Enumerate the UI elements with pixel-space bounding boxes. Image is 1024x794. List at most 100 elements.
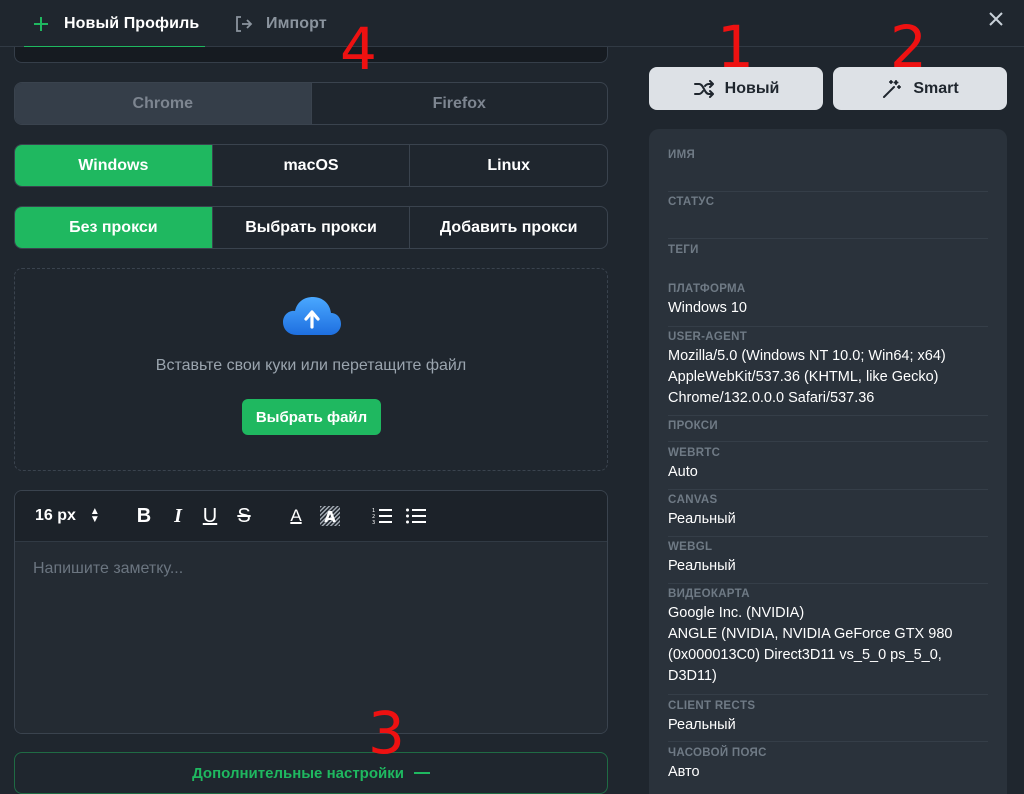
profile-name-field[interactable] [14,47,608,63]
useragent-line: Mozilla/5.0 (Windows NT 10.0; Win64; x64… [668,348,946,364]
italic-icon[interactable]: I [167,505,189,527]
info-timezone-value: Авто [668,764,700,780]
useragent-line: Chrome/132.0.0.0 Safari/537.36 [668,390,875,406]
import-icon [232,13,254,35]
tab-new-profile[interactable]: Новый Профиль [24,0,206,48]
cloud-upload-icon [282,295,342,337]
gpu-line: (0x000013C0) Direct3D11 vs_5_0 ps_5_0, [668,647,942,663]
info-platform-value: Windows 10 [668,300,747,316]
info-timezone-label: ЧАСОВОЙ ПОЯС [668,747,767,759]
text-color-icon[interactable]: A [285,505,307,527]
font-size-value: 16 px [35,507,76,524]
bullet-list-icon[interactable] [405,505,427,527]
notes-placeholder: Напишите заметку... [33,560,184,577]
info-status-label: СТАТУС [668,196,715,208]
useragent-line: AppleWebKit/537.36 (KHTML, like Gecko) [668,369,939,385]
divider [668,238,988,239]
info-client-rects-value: Реальный [668,717,736,733]
tab-import[interactable]: Импорт [232,0,327,47]
os-option-windows[interactable]: Windows [15,145,212,186]
font-size-select[interactable]: 16 px ▲ ▼ [35,505,100,527]
info-useragent: USER-AGENT Mozilla/5.0 (Windows NT 10.0;… [668,331,988,409]
dropzone-hint: Вставьте свои куки или перетащите файл [155,357,467,374]
svg-text:3: 3 [372,520,375,525]
info-status: СТАТУС [668,196,988,208]
info-useragent-value: Mozilla/5.0 (Windows NT 10.0; Win64; x64… [668,346,988,409]
header-bar: Новый Профиль Импорт [0,0,1024,48]
info-name-label: ИМЯ [668,149,696,161]
underline-icon[interactable]: U [199,505,221,527]
updown-icon: ▲ ▼ [89,506,100,525]
advanced-settings-label: Дополнительные настройки [192,764,404,782]
browser-option-chrome[interactable]: Chrome [15,83,311,124]
gpu-line: Google Inc. (NVIDIA) [668,605,805,621]
divider [668,536,988,537]
gpu-line: ANGLE (NVIDIA, NVIDIA GeForce GTX 980 [668,626,953,642]
strikethrough-icon[interactable]: S [233,505,255,527]
info-canvas: CANVAS Реальный [668,494,988,530]
editor-toolbar: 16 px ▲ ▼ B I U S A A 1 2 3 [15,491,607,542]
profile-info-panel: ИМЯ СТАТУС ТЕГИ ПЛАТФОРМА Windows 10 USE… [649,129,1007,794]
info-tags: ТЕГИ [668,244,988,256]
annotation-marker-1: 1 [717,13,754,81]
info-useragent-label: USER-AGENT [668,331,748,343]
os-option-linux[interactable]: Linux [409,145,607,186]
proxy-option-add[interactable]: Добавить прокси [409,207,607,248]
browser-option-firefox[interactable]: Firefox [310,83,608,124]
info-webrtc-value: Auto [668,464,698,480]
tab-import-label: Импорт [266,14,327,32]
info-client-rects: CLIENT RECTS Реальный [668,700,988,736]
minus-icon [413,772,430,774]
proxy-selector: Без прокси Выбрать прокси Добавить прокс… [14,206,608,249]
info-platform-label: ПЛАТФОРМА [668,283,746,295]
info-webgl-value: Реальный [668,558,736,574]
info-canvas-value: Реальный [668,511,736,527]
divider [668,741,988,742]
info-webrtc: WEBRTC Auto [668,447,988,483]
info-platform: ПЛАТФОРМА Windows 10 [668,283,988,319]
proxy-option-none[interactable]: Без прокси [15,207,212,248]
info-name: ИМЯ [668,149,988,161]
gpu-line: D3D11) [668,668,717,684]
info-webrtc-label: WEBRTC [668,447,721,459]
notes-textarea[interactable]: Напишите заметку... [15,542,607,733]
divider [668,441,988,442]
highlight-color-icon[interactable]: A [319,505,341,527]
info-proxy-label: ПРОКСИ [668,420,718,432]
shuffle-icon [693,78,715,100]
smart-button-label: Smart [913,79,959,97]
info-gpu: ВИДЕОКАРТА Google Inc. (NVIDIA) ANGLE (N… [668,588,988,687]
plus-icon [30,13,52,35]
os-selector: Windows macOS Linux [14,144,608,187]
close-icon[interactable] [986,9,1006,29]
info-webgl-label: WEBGL [668,541,713,553]
proxy-option-select[interactable]: Выбрать прокси [211,207,410,248]
new-button-label: Новый [724,79,780,97]
notes-editor: 16 px ▲ ▼ B I U S A A 1 2 3 Напишите зам… [14,490,608,734]
info-timezone: ЧАСОВОЙ ПОЯС Авто [668,747,988,783]
browser-selector: Chrome Firefox [14,82,608,125]
divider [668,489,988,490]
info-tags-label: ТЕГИ [668,244,699,256]
info-webgl: WEBGL Реальный [668,541,988,577]
info-gpu-value: Google Inc. (NVIDIA) ANGLE (NVIDIA, NVID… [668,603,988,687]
info-proxy: ПРОКСИ [668,420,988,432]
advanced-settings-toggle[interactable]: Дополнительные настройки [14,752,608,794]
info-canvas-label: CANVAS [668,494,718,506]
choose-file-button[interactable]: Выбрать файл [242,399,381,435]
svg-text:A: A [324,508,336,526]
divider [668,191,988,192]
annotation-marker-3: 3 [368,699,405,767]
info-client-rects-label: CLIENT RECTS [668,700,756,712]
annotation-marker-4: 4 [340,15,377,83]
divider [668,583,988,584]
os-option-macos[interactable]: macOS [211,145,410,186]
annotation-marker-2: 2 [890,13,927,81]
info-gpu-label: ВИДЕОКАРТА [668,588,750,600]
divider [668,326,988,327]
cookies-dropzone[interactable]: Вставьте свои куки или перетащите файл В… [14,268,608,471]
ordered-list-icon[interactable]: 1 2 3 [371,505,393,527]
bold-icon[interactable]: B [133,505,155,527]
divider [668,415,988,416]
divider [668,694,988,695]
